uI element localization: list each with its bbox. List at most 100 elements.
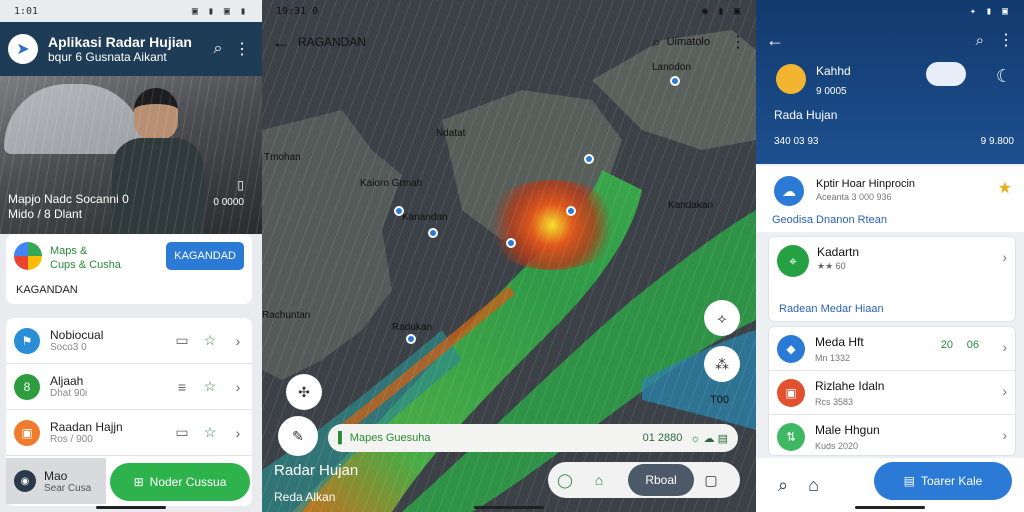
location-card[interactable]: ⌖ Kadartn ★★ 60 › Radean Medar Hiaan	[768, 236, 1016, 322]
bookmark-icon[interactable]: ▯	[237, 178, 244, 192]
nav-home-icon[interactable]: ⌂	[808, 475, 819, 496]
sun-icon	[776, 64, 806, 94]
chevron-right-icon[interactable]: ›	[1002, 427, 1007, 443]
chevron-right-icon[interactable]: ›	[224, 379, 252, 395]
crosshair-icon[interactable]: ✣	[286, 374, 322, 410]
more-menu-icon[interactable]: ⋮	[730, 32, 746, 52]
app-logo-icon: ➤	[8, 34, 38, 64]
search-hint: Uimatolo	[666, 36, 710, 48]
hero-caption-line2: Mido / 8 Dlant	[8, 207, 83, 221]
map-pin-icon[interactable]	[670, 76, 680, 86]
list-item-value: 06	[966, 339, 979, 351]
home-view-button[interactable]: ⌂	[582, 472, 616, 488]
favorite-title: Kptir Hoar Hinprocin	[816, 178, 916, 190]
map-scale: T00	[710, 394, 729, 406]
view-segmented-control: ◯ ⌂ Rboal ▢	[548, 462, 740, 498]
map-label: Rachuntan	[262, 310, 311, 321]
home-indicator	[96, 506, 166, 509]
chevron-right-icon[interactable]: ›	[224, 425, 252, 441]
nav-search-icon[interactable]: ⌕	[778, 475, 788, 496]
star-icon[interactable]: ☆	[196, 332, 224, 349]
map-app-bar: ← RAGANDAN ⌕ Uimatolo ⋮	[262, 22, 756, 62]
location-list: ◆ Meda Hft Mn 1332 20 06 › ▣ Rizlahe Ida…	[768, 326, 1016, 456]
list-item[interactable]: ▣ Raadan Hajjn Ros / 900 ▭ ☆ ›	[6, 410, 252, 456]
map-pin-icon[interactable]	[584, 154, 594, 164]
location-badge-icon: 8	[14, 373, 40, 400]
list-item[interactable]: ⚑ Nobiocual Soco3 0 ▭ ☆ ›	[6, 318, 252, 364]
map-pin-icon[interactable]	[428, 228, 438, 238]
calendar-icon[interactable]: ▭	[168, 332, 196, 349]
map-search-bar[interactable]: ▌ Mapes Guesuha 01 2880 ☼ ☁ ▤	[328, 424, 738, 452]
card-line1: Maps &	[50, 245, 88, 257]
search-icon[interactable]: ⌕	[206, 40, 230, 58]
star-icon[interactable]: ★	[998, 178, 1012, 198]
segment-active-button[interactable]: Rboal	[628, 464, 694, 496]
grid-icon: ⊞	[133, 475, 144, 489]
list-item[interactable]: ◆ Meda Hft Mn 1332 20 06 ›	[769, 327, 1015, 371]
back-arrow-icon[interactable]: ←	[766, 30, 784, 51]
chevron-right-icon[interactable]: ›	[1002, 339, 1007, 355]
map-label: Kandakan	[668, 200, 714, 211]
weather-header: ✦ ▮ ▣ ← ⌕ ⋮ Kahhd 9 0005 ☾ Rada Hujan 34…	[756, 0, 1024, 164]
calendar-icon[interactable]: ▭	[168, 424, 196, 441]
list-item-title: Male Hhgun	[815, 423, 880, 437]
list-item-title: Raadan Hajjn	[50, 420, 123, 434]
favorite-link[interactable]: Geodisa Dnanon Rtean	[772, 214, 887, 226]
circle-view-button[interactable]: ◯	[548, 472, 582, 489]
screen-home: 1:01 ▣ ▮ ▣ ▮ ➤ Aplikasi Radar Hujian bqu…	[0, 0, 262, 512]
bookmark-view-button[interactable]: ▢	[694, 472, 728, 489]
status-time: 1:01	[14, 5, 39, 17]
map-pin-icon[interactable]	[566, 206, 576, 216]
flag-icon: ⚑	[14, 327, 40, 354]
home-indicator	[855, 506, 925, 509]
chevron-right-icon[interactable]: ›	[224, 333, 252, 349]
wind-icon[interactable]: ⁂	[704, 346, 740, 382]
star-icon[interactable]: ☆	[196, 378, 224, 395]
sync-icon: ⇅	[777, 423, 805, 451]
list-item-sub: Soco3 0	[50, 342, 87, 353]
more-menu-icon[interactable]: ⋮	[998, 30, 1014, 50]
list-item[interactable]: ⇅ Male Hhgun Kuds 2020 ›	[769, 415, 1015, 455]
more-menu-icon[interactable]: ⋮	[230, 39, 254, 59]
status-bar: ✦ ▮ ▣	[756, 0, 1024, 22]
star-icon[interactable]: ☆	[196, 424, 224, 441]
hero-image[interactable]: ▯ 0 0000 Mapjo Nadc Socanni 0 Mido / 8 D…	[0, 76, 262, 234]
map-label: Tmohan	[264, 152, 301, 163]
favorite-sub: Aceanta 3 000 936	[816, 192, 892, 202]
list-item[interactable]: ◉ Mao Sear Cusa	[6, 458, 106, 504]
header-value: 9 0005	[816, 86, 847, 97]
map-pin-icon[interactable]	[506, 238, 516, 248]
list-item-sub: Ros / 900	[50, 434, 93, 445]
search-icon[interactable]: ⌕	[652, 34, 660, 51]
map-label: Kaioro Grmah	[360, 178, 423, 189]
search-icon[interactable]: ⌕	[976, 32, 984, 49]
list-item-sub: Dhat 90i	[50, 388, 88, 399]
google-maps-icon	[14, 242, 42, 270]
screen-radar-map: 19:31 0 ◉ ▮ ▣ ← RAGANDAN ⌕ Uimatolo ⋮ La…	[262, 0, 756, 512]
list-item-sub: Mn 1332	[815, 353, 851, 363]
primary-fab-button[interactable]: ⊞ Noder Cussua	[110, 463, 250, 501]
app-title: Aplikasi Radar Hujian	[48, 34, 192, 50]
map-search-value: 01 2880	[642, 432, 683, 444]
list-item[interactable]: 8 Aljaah Dhat 90i ≡ ☆ ›	[6, 364, 252, 410]
header-title: Rada Hujan	[774, 108, 838, 122]
chevron-right-icon[interactable]: ›	[1002, 383, 1007, 399]
status-icons: ▣ ▮ ▣ ▮	[191, 5, 248, 17]
primary-cta-button[interactable]: ▤ Toarer Kale	[874, 462, 1012, 500]
card-link[interactable]: Radean Medar Hiaan	[779, 303, 884, 315]
header-label: Kahhd	[816, 64, 851, 78]
list-item-title: Aljaah	[50, 374, 84, 388]
grid-icon: ▣	[14, 419, 40, 446]
hero-meta: 0 0000	[213, 197, 244, 208]
favorite-location[interactable]: ☁ Kptir Hoar Hinprocin Aceanta 3 000 936…	[756, 166, 1024, 232]
lines-icon[interactable]: ≡	[168, 379, 196, 395]
chevron-right-icon[interactable]: ›	[1002, 249, 1007, 265]
map-pin-icon[interactable]	[394, 206, 404, 216]
layers-icon[interactable]: ⟡	[704, 300, 740, 336]
map-pin-icon[interactable]	[406, 334, 416, 344]
back-arrow-icon[interactable]: ←	[272, 32, 290, 53]
tool-icon[interactable]: ✎	[278, 416, 318, 456]
status-time: 19:31 0	[276, 5, 319, 17]
card-action-button[interactable]: KAGANDAD	[166, 242, 244, 270]
list-item[interactable]: ▣ Rizlahe Idaln Rcs 3583 ›	[769, 371, 1015, 415]
